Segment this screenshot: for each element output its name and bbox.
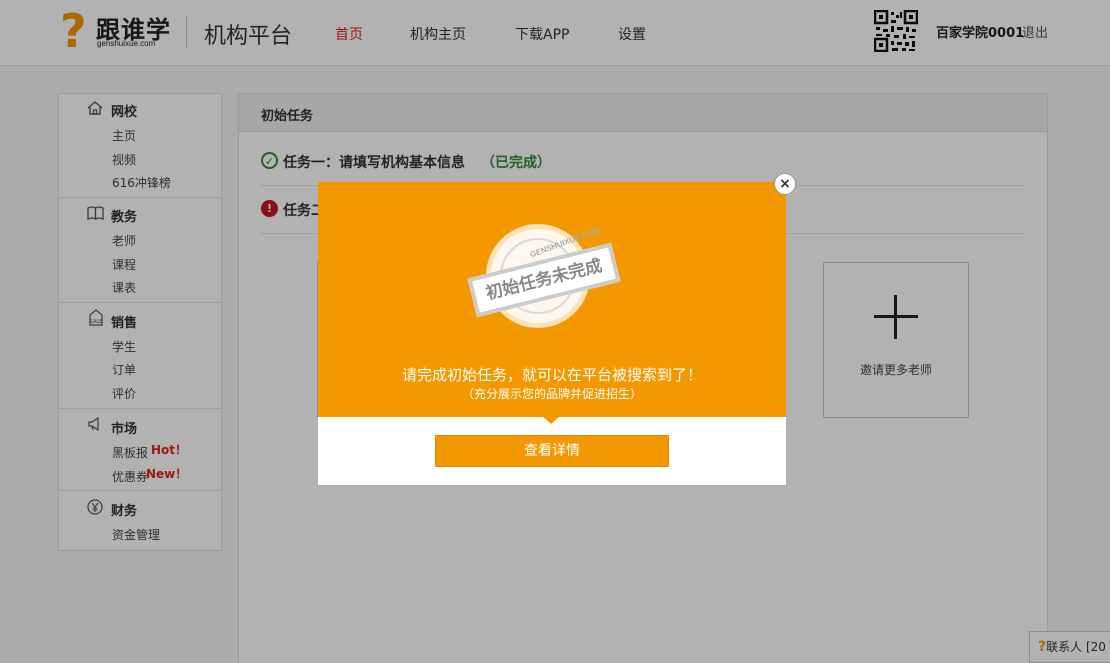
- modal-banner: GENSHUIXUE.COM 初始任务未完成 请完成初始任务，就可以在平台被搜索…: [318, 182, 786, 417]
- modal-notch: [542, 416, 560, 424]
- modal-sub-message: （充分展示您的品牌并促进招生）: [461, 387, 642, 401]
- task-modal: GENSHUIXUE.COM 初始任务未完成 请完成初始任务，就可以在平台被搜索…: [318, 182, 786, 485]
- close-icon[interactable]: ×: [774, 173, 796, 195]
- modal-message: 请完成初始任务，就可以在平台被搜索到了！: [401, 366, 702, 384]
- incomplete-stamp: GENSHUIXUE.COM 初始任务未完成: [467, 224, 621, 328]
- view-details-button[interactable]: 查看详情: [435, 435, 669, 467]
